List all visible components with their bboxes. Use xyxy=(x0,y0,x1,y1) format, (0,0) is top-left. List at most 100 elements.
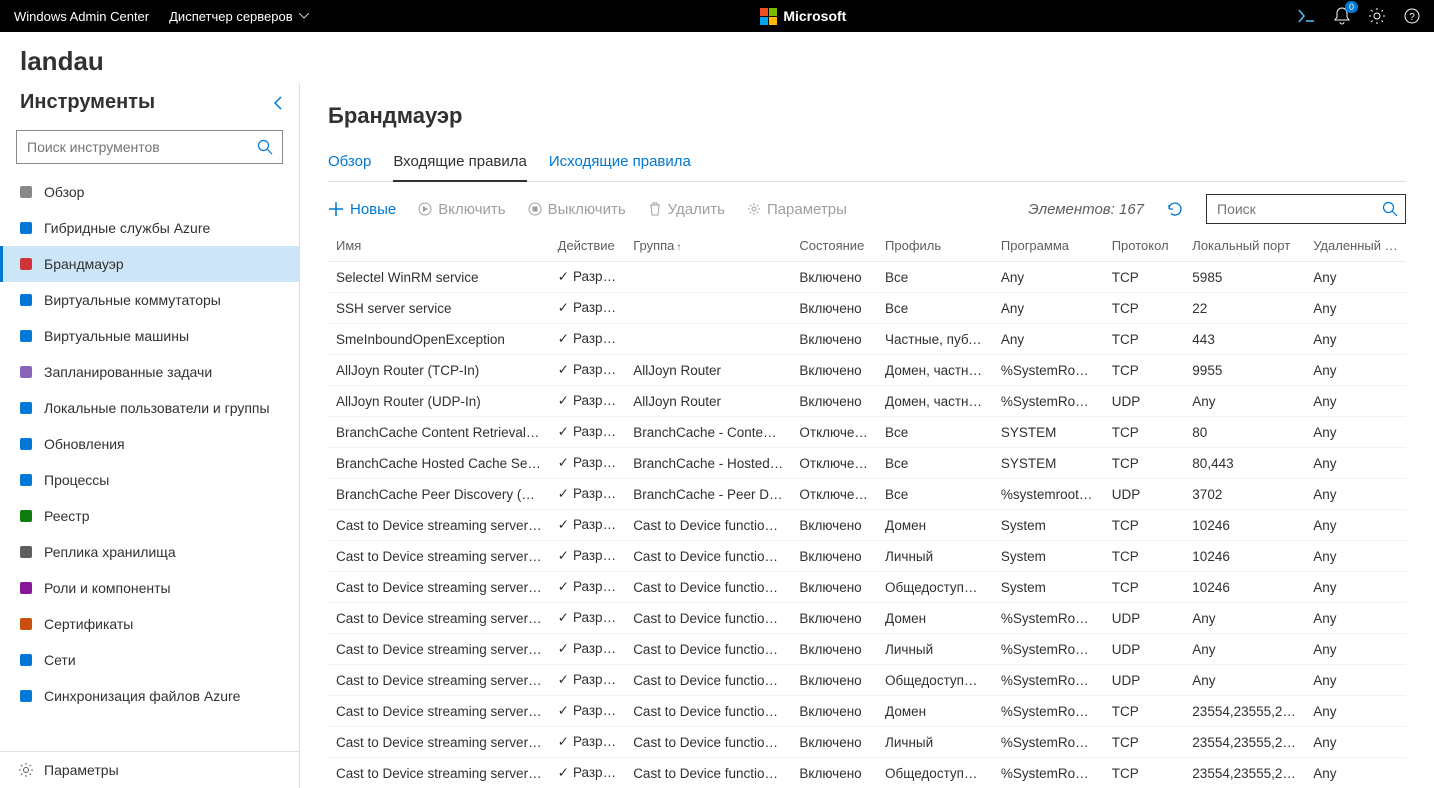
cell: Общедоступные xyxy=(877,665,993,696)
table-row[interactable]: AllJoyn Router (UDP-In)✓Разре…AllJoyn Ro… xyxy=(328,386,1406,417)
help-icon[interactable]: ? xyxy=(1404,8,1420,24)
item-count: Элементов: 167 xyxy=(1028,201,1144,218)
cell: ✓Разре… xyxy=(550,293,626,324)
sidebar-item[interactable]: Процессы xyxy=(0,462,299,498)
cell: Включено xyxy=(791,386,877,417)
table-row[interactable]: BranchCache Content Retrieval (HTTP-…✓Ра… xyxy=(328,417,1406,448)
check-icon: ✓ xyxy=(558,362,569,377)
sidebar-item[interactable]: Синхронизация файлов Azure xyxy=(0,678,299,714)
tab[interactable]: Исходящие правила xyxy=(549,147,691,181)
sidebar-item[interactable]: Реплика хранилища xyxy=(0,534,299,570)
column-header[interactable]: Удаленный порт xyxy=(1305,232,1406,262)
tasks-icon xyxy=(18,364,34,380)
cell: TCP xyxy=(1104,727,1185,758)
check-icon: ✓ xyxy=(558,455,569,470)
new-button[interactable]: Новые xyxy=(328,201,396,218)
table-row[interactable]: Cast to Device streaming server (HTTP…✓Р… xyxy=(328,510,1406,541)
cell xyxy=(625,324,791,355)
table-row[interactable]: AllJoyn Router (TCP-In)✓Разре…AllJoyn Ro… xyxy=(328,355,1406,386)
sidebar-item[interactable]: Реестр xyxy=(0,498,299,534)
cell: Any xyxy=(1305,479,1406,510)
sidebar-item[interactable]: Сети xyxy=(0,642,299,678)
column-header[interactable]: Программа xyxy=(993,232,1104,262)
column-header[interactable]: Протокол xyxy=(1104,232,1185,262)
cell: Any xyxy=(1305,572,1406,603)
svg-text:?: ? xyxy=(1409,12,1415,23)
cell: Все xyxy=(877,293,993,324)
rules-grid[interactable]: ИмяДействиеГруппа↑СостояниеПрофильПрогра… xyxy=(328,232,1406,788)
settings-button[interactable]: Параметры xyxy=(747,201,847,218)
enable-button[interactable]: Включить xyxy=(418,201,505,218)
app-title[interactable]: Windows Admin Center xyxy=(14,9,149,24)
sidebar-item[interactable]: Сертификаты xyxy=(0,606,299,642)
cell: ✓Разре… xyxy=(550,355,626,386)
sidebar-item[interactable]: Роли и компоненты xyxy=(0,570,299,606)
table-search-input[interactable] xyxy=(1206,194,1406,224)
cell: %SystemRoot%\… xyxy=(993,727,1104,758)
cell: Включено xyxy=(791,634,877,665)
delete-button[interactable]: Удалить xyxy=(648,201,725,218)
cell: 23554,23555,23556 xyxy=(1184,696,1305,727)
cell: Any xyxy=(1305,727,1406,758)
table-row[interactable]: Cast to Device streaming server (HTTP…✓Р… xyxy=(328,541,1406,572)
column-header[interactable]: Имя xyxy=(328,232,550,262)
cell: BranchCache Content Retrieval (HTTP-… xyxy=(328,417,550,448)
context-dropdown[interactable]: Диспетчер серверов xyxy=(169,9,309,24)
cell: System xyxy=(993,510,1104,541)
cell: TCP xyxy=(1104,262,1185,293)
table-row[interactable]: Cast to Device streaming server (RTCP…✓Р… xyxy=(328,665,1406,696)
table-row[interactable]: SmeInboundOpenException✓Разре…ВключеноЧа… xyxy=(328,324,1406,355)
collapse-sidebar-icon[interactable] xyxy=(273,96,283,110)
sidebar-item[interactable]: Виртуальные коммутаторы xyxy=(0,282,299,318)
table-row[interactable]: BranchCache Peer Discovery (WSD-In)✓Разр… xyxy=(328,479,1406,510)
sidebar-item[interactable]: Обновления xyxy=(0,426,299,462)
cell: Cast to Device streaming server (RTSP… xyxy=(328,758,550,788)
disable-button[interactable]: Выключить xyxy=(528,201,626,218)
tab[interactable]: Обзор xyxy=(328,147,371,181)
tab[interactable]: Входящие правила xyxy=(393,147,527,182)
table-row[interactable]: Cast to Device streaming server (RTSP…✓Р… xyxy=(328,696,1406,727)
check-icon: ✓ xyxy=(558,734,569,749)
cell: Any xyxy=(1305,262,1406,293)
table-row[interactable]: Cast to Device streaming server (RTCP…✓Р… xyxy=(328,603,1406,634)
settings-icon[interactable] xyxy=(1368,7,1386,25)
refresh-button[interactable] xyxy=(1166,200,1184,218)
column-header[interactable]: Профиль xyxy=(877,232,993,262)
powershell-icon[interactable] xyxy=(1298,9,1316,23)
column-header[interactable]: Группа↑ xyxy=(625,232,791,262)
cell: ✓Разре… xyxy=(550,572,626,603)
cell: Включено xyxy=(791,727,877,758)
cell: Отключено xyxy=(791,479,877,510)
column-header[interactable]: Состояние xyxy=(791,232,877,262)
cell: Все xyxy=(877,479,993,510)
sidebar-item[interactable]: Локальные пользователи и группы xyxy=(0,390,299,426)
table-row[interactable]: Selectel WinRM service✓Разре…ВключеноВсе… xyxy=(328,262,1406,293)
cell: AllJoyn Router xyxy=(625,355,791,386)
table-row[interactable]: SSH server service✓Разре…ВключеноВсеAnyT… xyxy=(328,293,1406,324)
sidebar-settings[interactable]: Параметры xyxy=(0,751,299,788)
sidebar-item[interactable]: Запланированные задачи xyxy=(0,354,299,390)
column-header[interactable]: Действие xyxy=(550,232,626,262)
sidebar-item[interactable]: Виртуальные машины xyxy=(0,318,299,354)
notifications-icon[interactable]: 0 xyxy=(1334,7,1350,25)
table-row[interactable]: BranchCache Hosted Cache Server (H…✓Разр… xyxy=(328,448,1406,479)
tools-search-input[interactable] xyxy=(16,130,283,164)
cell: Cast to Device functionality xyxy=(625,510,791,541)
cell: SYSTEM xyxy=(993,448,1104,479)
table-row[interactable]: Cast to Device streaming server (HTTP…✓Р… xyxy=(328,572,1406,603)
cell: Отключено xyxy=(791,448,877,479)
sidebar-item[interactable]: Гибридные службы Azure xyxy=(0,210,299,246)
sidebar-item[interactable]: Обзор xyxy=(0,174,299,210)
table-row[interactable]: Cast to Device streaming server (RTSP…✓Р… xyxy=(328,758,1406,788)
cell: %SystemRoot%\… xyxy=(993,758,1104,788)
overview-icon xyxy=(18,184,34,200)
registry-icon xyxy=(18,508,34,524)
toolbar: Новые Включить Выключить Удалить Парамет… xyxy=(328,194,1406,224)
table-row[interactable]: Cast to Device streaming server (RTCP…✓Р… xyxy=(328,634,1406,665)
cell: SYSTEM xyxy=(993,417,1104,448)
table-row[interactable]: Cast to Device streaming server (RTSP…✓Р… xyxy=(328,727,1406,758)
sidebar-item[interactable]: Брандмауэр xyxy=(0,246,299,282)
cell: 3702 xyxy=(1184,479,1305,510)
sidebar-settings-label: Параметры xyxy=(44,762,119,778)
column-header[interactable]: Локальный порт xyxy=(1184,232,1305,262)
